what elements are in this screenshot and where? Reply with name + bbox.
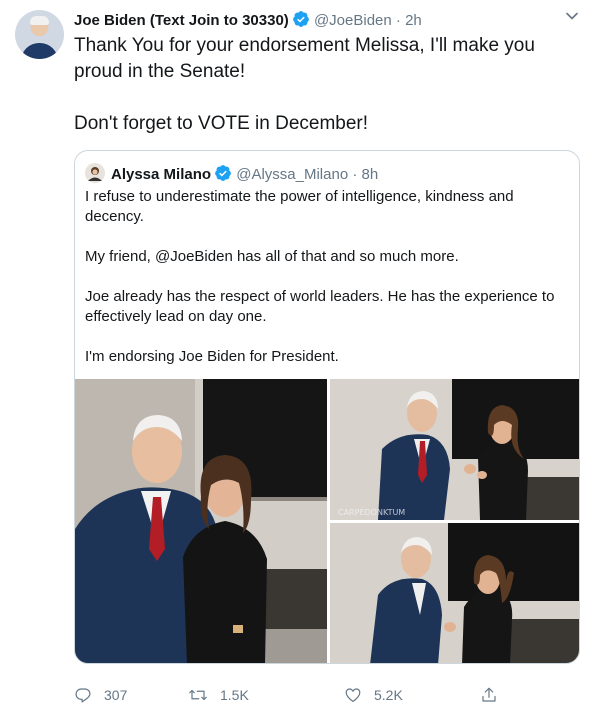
tweet[interactable]: Joe Biden (Text Join to 30330) @JoeBiden… bbox=[0, 0, 598, 722]
heart-icon bbox=[345, 688, 361, 702]
tweet-actions: 307 1.5K 5.2K bbox=[74, 680, 504, 710]
author-handle[interactable]: @JoeBiden bbox=[314, 12, 392, 29]
retweet-button[interactable]: 1.5K bbox=[188, 680, 249, 710]
author-name[interactable]: Joe Biden (Text Join to 30330) bbox=[74, 12, 289, 29]
tweet-time[interactable]: 2h bbox=[405, 12, 422, 29]
share-button[interactable] bbox=[480, 680, 510, 710]
chevron-down-icon[interactable] bbox=[564, 8, 580, 24]
reply-icon bbox=[75, 688, 91, 703]
verified-badge-icon bbox=[292, 10, 310, 34]
like-button[interactable]: 5.2K bbox=[344, 680, 403, 710]
quoted-author-name: Alyssa Milano bbox=[111, 166, 212, 183]
retweet-icon bbox=[189, 689, 207, 701]
quoted-paragraph: I'm endorsing Joe Biden for President. bbox=[85, 348, 339, 365]
tweet-header: Joe Biden (Text Join to 30330) @JoeBiden… bbox=[74, 10, 598, 30]
separator-dot: · bbox=[352, 166, 358, 183]
reply-count: 307 bbox=[104, 687, 128, 703]
tweet-text-line: Don't forget to VOTE in December! bbox=[74, 113, 369, 134]
separator-dot: · bbox=[395, 12, 401, 29]
photo-grid: CARPEDONKTUM bbox=[75, 379, 579, 663]
like-count: 5.2K bbox=[374, 687, 403, 703]
quoted-author-handle: @Alyssa_Milano bbox=[236, 166, 349, 183]
share-icon bbox=[482, 687, 496, 702]
tweet-text-line: Thank You for your endorsement Melissa, … bbox=[74, 35, 535, 82]
quoted-tweet[interactable]: Alyssa Milano @Alyssa_Milano · 8h I refu… bbox=[74, 150, 580, 664]
quoted-tweet-time: 8h bbox=[361, 166, 379, 183]
quoted-tweet-header: Alyssa Milano @Alyssa_Milano · 8h bbox=[85, 163, 378, 183]
quoted-paragraph: I refuse to underestimate the power of i… bbox=[85, 188, 514, 225]
tweet-text: Thank You for your endorsement Melissa, … bbox=[74, 33, 574, 137]
photo-1[interactable] bbox=[75, 379, 327, 663]
quoted-paragraph: My friend, @JoeBiden has all of that and… bbox=[85, 248, 459, 265]
author-avatar[interactable] bbox=[15, 10, 64, 59]
watermark: CARPEDONKTUM bbox=[338, 508, 405, 517]
quoted-paragraph: Joe already has the respect of world lea… bbox=[85, 288, 555, 325]
photo-3[interactable] bbox=[330, 523, 579, 663]
quoted-tweet-text: I refuse to underestimate the power of i… bbox=[85, 187, 571, 367]
verified-badge-icon bbox=[214, 164, 232, 188]
retweet-count: 1.5K bbox=[220, 687, 249, 703]
reply-button[interactable]: 307 bbox=[74, 680, 127, 710]
photo-2[interactable]: CARPEDONKTUM bbox=[330, 379, 579, 520]
quoted-author-avatar bbox=[85, 163, 105, 183]
